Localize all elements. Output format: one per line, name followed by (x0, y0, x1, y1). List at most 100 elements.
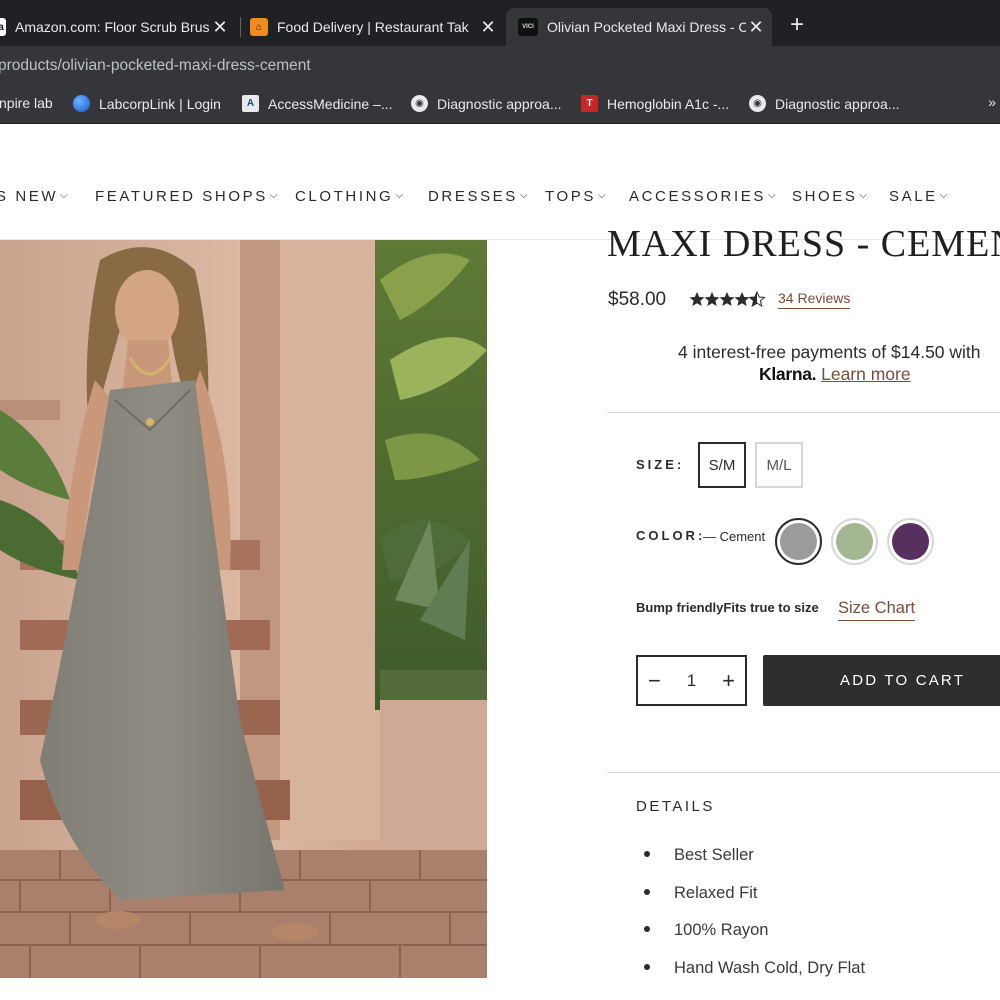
size-option-ml[interactable]: M/L (755, 442, 803, 488)
divider (607, 772, 1000, 773)
detail-text: Relaxed Fit (674, 884, 758, 902)
tab-separator (240, 17, 241, 37)
quantity-stepper: − 1 + (636, 655, 747, 706)
nav-shoes[interactable]: SHOES ⌵ (792, 188, 867, 205)
list-item: Hand Wash Cold, Dry Flat (644, 959, 865, 978)
nav-label: ACCESSORIES (629, 188, 766, 205)
tab-food-delivery[interactable]: ⌂ Food Delivery | Restaurant Tak ✕ (250, 8, 504, 46)
chevron-down-icon: ⌵ (395, 190, 403, 201)
chevron-down-icon: ⌵ (60, 190, 68, 201)
product-price: $58.00 (608, 289, 667, 310)
chevron-down-icon: ⌵ (519, 190, 528, 201)
klarna-learn-more-link[interactable]: Learn more (821, 364, 911, 384)
tab-olivian-dress[interactable]: VICI Olivian Pocketed Maxi Dress - C ✕ (506, 8, 772, 46)
close-tab-icon[interactable]: ✕ (478, 17, 498, 38)
klarna-payment-text: 4 interest-free payments of $14.50 with (678, 342, 981, 362)
tab-amazon[interactable]: a Amazon.com: Floor Scrub Brus ✕ (0, 8, 236, 46)
accessmedicine-icon: A (242, 95, 259, 112)
reviews-link[interactable]: 34 Reviews (778, 290, 851, 309)
rating-stars[interactable] (689, 290, 769, 308)
nav-tops[interactable]: TOPS ⌵ (545, 188, 606, 205)
swatch-dot (836, 523, 873, 560)
chevron-down-icon: ⌵ (767, 190, 776, 201)
bookmark-item[interactable]: ◉ Diagnostic approa... (749, 95, 900, 112)
bullet-icon (644, 964, 650, 970)
list-item: Relaxed Fit (644, 884, 757, 903)
color-swatch-cement[interactable] (775, 518, 822, 565)
color-swatch-plum[interactable] (887, 518, 934, 565)
bookmark-item[interactable]: T Hemoglobin A1c -... (581, 95, 729, 112)
new-tab-button[interactable]: + (784, 12, 810, 38)
bookmark-item[interactable]: LabcorpLink | Login (73, 95, 221, 112)
plus-icon[interactable]: + (722, 668, 735, 694)
nav-featured-shops[interactable]: FEATURED SHOPS ⌵ (95, 188, 277, 205)
chevron-down-icon: ⌵ (269, 190, 278, 201)
globe-icon: ◉ (749, 95, 766, 112)
nav-accessories[interactable]: ACCESSORIES ⌵ (629, 188, 776, 205)
nav-label: FEATURED SHOPS (95, 188, 268, 205)
chevron-down-icon: ⌵ (939, 190, 948, 201)
minus-icon[interactable]: − (648, 668, 661, 694)
swatch-dot (780, 523, 817, 560)
bookmark-item[interactable]: ◉ Diagnostic approa... (411, 95, 562, 112)
close-tab-icon[interactable]: ✕ (210, 17, 230, 38)
detail-text: Hand Wash Cold, Dry Flat (674, 959, 866, 977)
t-favicon-icon: T (581, 95, 598, 112)
nav-label: SHOES (792, 188, 858, 205)
nav-label: S NEW (0, 188, 59, 205)
selected-color-name: — Cement (703, 529, 766, 544)
globe-icon: ◉ (411, 95, 428, 112)
bullet-icon (644, 926, 650, 932)
bookmarks-overflow-button[interactable]: » (988, 94, 996, 110)
size-label: SIZE: (636, 457, 685, 472)
list-item: Best Seller (644, 846, 754, 865)
nav-label: TOPS (545, 188, 596, 205)
bookmark-label: npire lab (0, 95, 53, 111)
details-heading[interactable]: DETAILS (636, 798, 715, 815)
nav-dresses[interactable]: DRESSES ⌵ (428, 188, 527, 205)
bookmark-label: Diagnostic approa... (775, 95, 900, 112)
browser-tab-strip: a Amazon.com: Floor Scrub Brus ✕ ⌂ Food … (0, 0, 1000, 46)
product-title: MAXI DRESS - CEMEN (607, 223, 1000, 265)
address-bar[interactable]: products/olivian-pocketed-maxi-dress-cem… (0, 46, 1000, 84)
bookmarks-bar: npire lab LabcorpLink | Login A AccessMe… (0, 84, 1000, 124)
nav-sale[interactable]: SALE ⌵ (889, 188, 947, 205)
bookmark-label: Diagnostic approa... (437, 95, 562, 112)
swatch-dot (892, 523, 929, 560)
url-text[interactable]: products/olivian-pocketed-maxi-dress-cem… (0, 57, 311, 75)
bookmark-label: Hemoglobin A1c -... (607, 95, 730, 112)
amazon-favicon-icon: a (0, 18, 6, 36)
size-option-sm[interactable]: S/M (698, 442, 746, 488)
tab-title: Olivian Pocketed Maxi Dress - C (547, 19, 746, 35)
nav-whats-new[interactable]: S NEW ⌵ (0, 188, 68, 205)
close-tab-icon[interactable]: ✕ (746, 17, 766, 38)
klarna-line: Klarna. Learn more (759, 364, 911, 385)
tab-title: Amazon.com: Floor Scrub Brus (15, 19, 210, 35)
quantity-value[interactable]: 1 (687, 671, 696, 691)
nav-label: DRESSES (428, 188, 518, 205)
size-chart-link[interactable]: Size Chart (838, 599, 916, 621)
doordash-favicon-icon: ⌂ (250, 18, 268, 36)
color-swatch-sage[interactable] (831, 518, 878, 565)
chevron-down-icon: ⌵ (859, 190, 868, 201)
bookmark-item[interactable]: npire lab (0, 95, 53, 111)
product-photo-illustration (0, 240, 487, 978)
nav-label: CLOTHING (295, 188, 394, 205)
detail-text: 100% Rayon (674, 921, 769, 939)
divider (607, 412, 1000, 413)
bullet-icon (644, 889, 650, 895)
bookmark-label: AccessMedicine –... (268, 95, 393, 112)
bookmark-label: LabcorpLink | Login (99, 95, 221, 112)
bookmark-item[interactable]: A AccessMedicine –... (242, 95, 393, 112)
klarna-logo: Klarna. (759, 364, 817, 384)
add-to-cart-button[interactable]: ADD TO CART (763, 655, 1000, 706)
product-image[interactable] (0, 240, 487, 978)
bullet-icon (644, 851, 650, 857)
color-label: COLOR: (636, 528, 706, 543)
nav-clothing[interactable]: CLOTHING ⌵ (295, 188, 403, 205)
vici-favicon-icon: VICI (518, 18, 538, 36)
fit-note: Bump friendlyFits true to size (636, 600, 819, 615)
chevron-down-icon: ⌵ (597, 190, 606, 201)
nav-label: SALE (889, 188, 938, 205)
labcorp-globe-icon (73, 95, 90, 112)
